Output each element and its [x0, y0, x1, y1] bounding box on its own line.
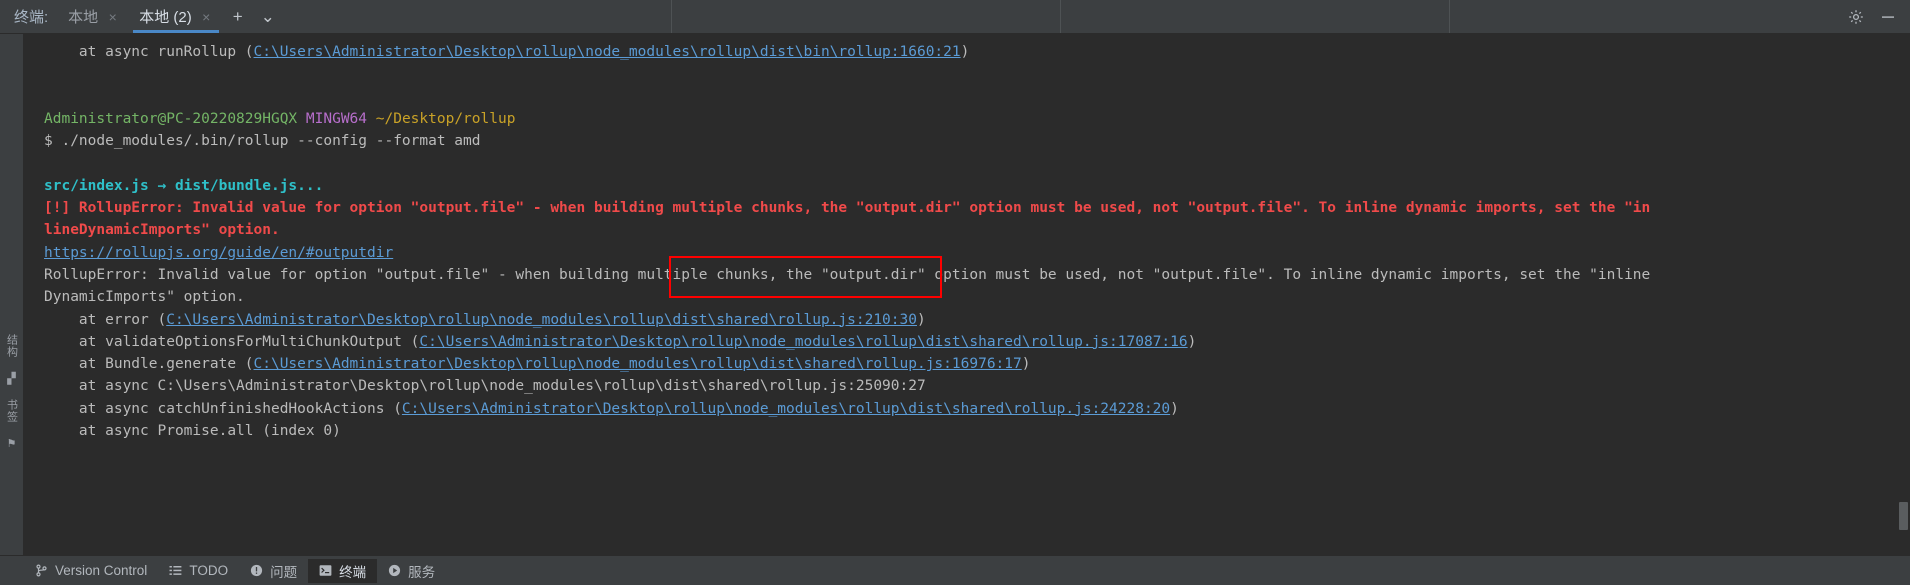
tabbar-seg-4	[1450, 0, 1838, 33]
sidebar-item-bookmarks[interactable]: 书签	[4, 399, 20, 423]
warning-icon	[250, 564, 263, 577]
terminal-text: at async C:\Users\Administrator\Desktop\…	[44, 378, 926, 395]
terminal-line: at validateOptionsForMultiChunkOutput (C…	[44, 331, 1910, 353]
status-item-problems[interactable]: 问题	[239, 559, 308, 583]
terminal-text: at error (	[44, 311, 167, 328]
terminal-text: )	[1187, 333, 1197, 350]
tab-local-2[interactable]: 本地 (2) ×	[129, 0, 223, 33]
status-item-label: 服务	[408, 564, 436, 580]
terminal-line: RollupError: Invalid value for option "o…	[44, 264, 1910, 286]
file-path-link[interactable]: C:\Users\Administrator\Desktop\rollup\no…	[254, 44, 961, 60]
terminal-text: )	[1170, 400, 1179, 417]
terminal-line: https://rollupjs.org/guide/en/#outputdir	[44, 242, 1910, 264]
status-item-label: Version Control	[55, 563, 148, 578]
terminal-line: at async Promise.all (index 0)	[44, 420, 1910, 442]
terminal-line: at async C:\Users\Administrator\Desktop\…	[44, 375, 1910, 397]
tabbar-seg-2	[672, 0, 1061, 33]
terminal-panel: at async runRollup (C:\Users\Administrat…	[24, 34, 1910, 555]
tabbar-empty-area	[283, 0, 1838, 33]
terminal-output[interactable]: at async runRollup (C:\Users\Administrat…	[24, 34, 1910, 555]
close-icon[interactable]: ×	[106, 10, 119, 24]
terminal-text: MINGW64	[305, 110, 368, 127]
file-path-link[interactable]: C:\Users\Administrator\Desktop\rollup\no…	[254, 356, 1022, 372]
grid-icon[interactable]: ▞	[7, 372, 15, 385]
gear-icon[interactable]	[1848, 9, 1864, 25]
terminal-text: at validateOptionsForMultiChunkOutput (	[44, 333, 420, 350]
tabbar-actions	[1838, 0, 1910, 33]
terminal-line: Administrator@PC-20220829HGQX MINGW64 ~/…	[44, 108, 1910, 130]
terminal-text: at async runRollup (	[44, 44, 254, 60]
terminal-text: at async Promise.all (index 0)	[44, 423, 341, 440]
bookmark-icon[interactable]: ⚑	[7, 437, 17, 450]
terminal-line: $ ./node_modules/.bin/rollup --config --…	[44, 130, 1910, 152]
terminal-line: at async catchUnfinishedHookActions (C:\…	[44, 398, 1910, 420]
tab-label: 本地 (2)	[139, 9, 192, 26]
status-item-version-control[interactable]: Version Control	[24, 559, 158, 583]
terminal-text: [!] RollupError: Invalid value for optio…	[44, 200, 1651, 217]
terminal-line: DynamicImports" option.	[44, 286, 1910, 308]
close-icon[interactable]: ×	[200, 10, 213, 24]
file-path-link[interactable]: C:\Users\Administrator\Desktop\rollup\no…	[419, 334, 1187, 350]
terminal-text: lineDynamicImports" option.	[44, 222, 280, 239]
file-path-link[interactable]: C:\Users\Administrator\Desktop\rollup\no…	[166, 312, 917, 328]
terminal-line: [!] RollupError: Invalid value for optio…	[44, 197, 1910, 219]
terminal-line: src/index.js → dist/bundle.js...	[44, 175, 1910, 197]
tabbar-seg-1	[283, 0, 672, 33]
terminal-text: src/index.js → dist/bundle.js...	[44, 177, 324, 194]
terminal-scrollbar[interactable]	[1897, 34, 1910, 555]
terminal-text: ~/Desktop/rollup	[375, 110, 516, 127]
tab-local-1[interactable]: 本地 ×	[58, 0, 129, 33]
app-root: 终端: 本地 × 本地 (2) × + ⌄ 结构 ▞ 书签 ⚑ at async…	[0, 0, 1910, 585]
tab-label: 本地	[68, 9, 99, 26]
terminal-text: DynamicImports" option.	[44, 289, 245, 306]
terminal-text: )	[960, 44, 970, 60]
terminal-text: )	[916, 311, 926, 328]
branch-icon	[35, 564, 48, 577]
minimize-icon[interactable]	[1880, 9, 1896, 25]
add-tab-button[interactable]: +	[223, 0, 253, 33]
status-bar: Version Control TODO 问题 终端 服务	[0, 555, 1910, 585]
terminal-line: at async runRollup (C:\Users\Administrat…	[44, 41, 1910, 63]
ide-window: 终端: 本地 × 本地 (2) × + ⌄ 结构 ▞ 书签 ⚑ at async…	[0, 0, 1910, 585]
status-item-todo[interactable]: TODO	[158, 559, 239, 583]
terminal-tabbar: 终端: 本地 × 本地 (2) × + ⌄	[0, 0, 1910, 34]
main-body: 结构 ▞ 书签 ⚑ at async runRollup (C:\Users\A…	[0, 34, 1910, 555]
terminal-text: at Bundle.generate (	[44, 356, 254, 373]
terminal-text: )	[1021, 356, 1031, 373]
left-tool-strip: 结构 ▞ 书签 ⚑	[0, 34, 24, 555]
terminal-text: RollupError: Invalid value for option "o…	[44, 266, 1651, 283]
status-item-label: 终端	[339, 564, 367, 580]
terminal-line: at error (C:\Users\Administrator\Desktop…	[44, 309, 1910, 331]
status-item-services[interactable]: 服务	[377, 559, 446, 583]
terminal-line: at Bundle.generate (C:\Users\Administrat…	[44, 353, 1910, 375]
terminal-text: Administrator@PC-20220829HGQX	[44, 110, 298, 127]
terminal-icon	[319, 564, 332, 577]
list-icon	[169, 564, 182, 577]
sidebar-item-structure[interactable]: 结构	[4, 334, 20, 358]
file-path-link[interactable]: https://rollupjs.org/guide/en/#outputdir	[44, 245, 393, 261]
play-icon	[388, 564, 401, 577]
terminal-tabbar-label: 终端:	[14, 9, 49, 26]
terminal-text: at async catchUnfinishedHookActions (	[44, 400, 402, 417]
tabbar-seg-3	[1061, 0, 1450, 33]
scrollbar-thumb[interactable]	[1899, 502, 1908, 530]
status-item-label: TODO	[189, 563, 229, 578]
terminal-text: $ ./node_modules/.bin/rollup --config --…	[44, 133, 481, 150]
terminal-line: lineDynamicImports" option.	[44, 219, 1910, 241]
status-item-label: 问题	[270, 564, 298, 580]
file-path-link[interactable]: C:\Users\Administrator\Desktop\rollup\no…	[402, 401, 1170, 417]
chevron-down-icon[interactable]: ⌄	[253, 0, 283, 33]
status-item-terminal[interactable]: 终端	[308, 558, 378, 583]
